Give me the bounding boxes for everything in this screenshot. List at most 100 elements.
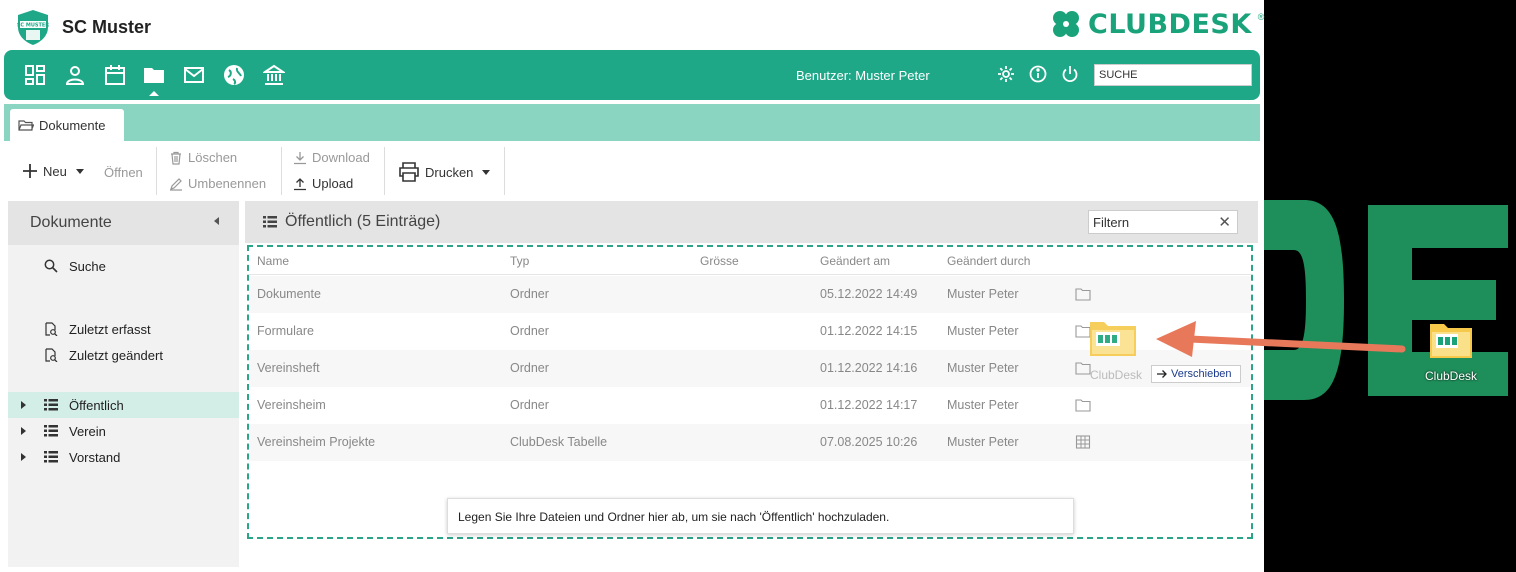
current-user: Benutzer: Muster Peter <box>796 68 930 83</box>
cell-type: Ordner <box>510 287 549 301</box>
search-input[interactable]: SUCHE <box>1094 64 1252 86</box>
arrow-right-icon <box>1157 370 1167 378</box>
search-icon <box>44 259 58 273</box>
mail-icon[interactable] <box>183 64 205 86</box>
delete-button[interactable]: Löschen <box>169 150 237 165</box>
active-nav-indicator <box>149 91 159 96</box>
sidebar-item-label: Öffentlich <box>69 397 124 413</box>
table-row[interactable]: Dokumente Ordner 05.12.2022 14:49 Muster… <box>249 276 1251 313</box>
chevron-down-icon <box>482 169 491 175</box>
cell-type: Ordner <box>510 324 549 338</box>
download-icon <box>294 151 306 164</box>
clubdesk-logo: CLUBDESK ® <box>1050 8 1264 40</box>
toolbar: Neu Öffnen Löschen Umbenennen Download U… <box>0 145 1264 197</box>
trash-icon <box>171 151 181 165</box>
clear-filter-icon[interactable]: ✕ <box>1218 213 1231 231</box>
desktop-icon-label: ClubDesk <box>1425 369 1478 383</box>
cell-type: Ordner <box>510 398 549 412</box>
column-header-changed-by[interactable]: Geändert durch <box>947 254 1030 268</box>
sidebar-item-oeffentlich[interactable]: Öffentlich <box>8 392 239 418</box>
desktop-wallpaper-letters <box>1264 200 1508 400</box>
upload-icon <box>294 177 306 190</box>
print-label: Drucken <box>425 164 474 180</box>
toolbar-divider <box>504 147 505 195</box>
sidebar-item-search[interactable]: Suche <box>8 253 239 279</box>
move-label: Verschieben <box>1171 368 1232 380</box>
download-label: Download <box>312 150 370 165</box>
cell-changed-by: Muster Peter <box>947 398 1019 412</box>
power-icon[interactable] <box>1061 65 1079 83</box>
open-folder-icon <box>18 119 34 131</box>
sidebar-item-recent-added[interactable]: Zuletzt erfasst <box>8 316 239 342</box>
tab-strip: Dokumente <box>4 104 1260 141</box>
person-icon[interactable] <box>64 64 86 86</box>
sidebar-item-label: Zuletzt geändert <box>69 347 163 363</box>
cell-type: ClubDesk Tabelle <box>510 435 608 449</box>
expand-arrow-icon[interactable] <box>21 453 26 461</box>
sidebar-title: Dokumente <box>30 214 112 231</box>
cell-changed: 07.08.2025 10:26 <box>820 435 918 449</box>
info-icon[interactable] <box>1029 65 1047 83</box>
upload-label: Upload <box>312 176 354 191</box>
column-header-type[interactable]: Typ <box>510 254 529 268</box>
upload-button[interactable]: Upload <box>293 176 353 191</box>
cell-name: Dokumente <box>257 287 321 301</box>
dragged-item-label: ClubDesk <box>1090 368 1143 382</box>
dashboard-icon[interactable] <box>24 64 46 86</box>
sidebar-item-label: Vorstand <box>69 449 121 465</box>
sidebar-item-vorstand[interactable]: Vorstand <box>8 444 239 470</box>
filter-input[interactable]: Filtern ✕ <box>1088 210 1238 234</box>
cell-changed: 01.12.2022 14:16 <box>820 361 918 375</box>
collapse-sidebar-icon[interactable] <box>214 217 219 225</box>
table-icon <box>1075 435 1091 449</box>
clover-icon <box>1053 11 1079 37</box>
download-button[interactable]: Download <box>293 150 370 165</box>
new-label: Neu <box>43 163 67 179</box>
table-row[interactable]: Vereinsheim Ordner 01.12.2022 14:17 Must… <box>249 387 1251 424</box>
bank-icon[interactable] <box>261 64 287 86</box>
list-icon <box>44 425 58 437</box>
tab-dokumente[interactable]: Dokumente <box>10 109 124 141</box>
documents-sidebar: Dokumente Suche Zuletzt erfasst Zuletzt … <box>8 201 239 567</box>
column-header-name[interactable]: Name <box>257 254 289 268</box>
move-indicator: Verschieben <box>1151 365 1241 383</box>
expand-arrow-icon[interactable] <box>21 427 26 435</box>
new-button[interactable]: Neu <box>22 163 84 179</box>
chevron-down-icon <box>75 168 84 174</box>
sidebar-item-label: Zuletzt erfasst <box>69 321 151 337</box>
sidebar-item-recent-changed[interactable]: Zuletzt geändert <box>8 342 239 368</box>
sidebar-item-label: Suche <box>69 258 106 274</box>
cell-changed-by: Muster Peter <box>947 361 1019 375</box>
folder-icon <box>1075 288 1091 301</box>
drag-arrow-annotation <box>1156 321 1406 357</box>
column-header-size[interactable]: Grösse <box>700 254 739 268</box>
globe-icon[interactable] <box>223 64 245 86</box>
main-navbar: Benutzer: Muster Peter SUCHE <box>4 50 1260 100</box>
open-button[interactable]: Öffnen <box>104 165 143 180</box>
sidebar-item-label: Verein <box>69 423 106 439</box>
calendar-icon[interactable] <box>104 64 126 86</box>
folder-icon[interactable] <box>143 64 165 86</box>
club-brand[interactable]: SC MUSTER SC Muster <box>14 8 151 46</box>
clubdesk-app-window: SC MUSTER SC Muster CLUBDESK ® Benutzer:… <box>0 0 1264 572</box>
pencil-icon <box>170 177 182 191</box>
tab-label: Dokumente <box>39 117 106 133</box>
column-header-changed[interactable]: Geändert am <box>820 254 890 268</box>
dragged-folder-icon <box>1090 322 1136 356</box>
delete-label: Löschen <box>188 150 238 165</box>
printer-icon <box>399 162 419 182</box>
table-row[interactable]: Vereinsheim Projekte ClubDesk Tabelle 07… <box>249 424 1251 461</box>
cell-changed-by: Muster Peter <box>947 324 1019 338</box>
sidebar-item-verein[interactable]: Verein <box>8 418 239 444</box>
cell-changed: 01.12.2022 14:17 <box>820 398 918 412</box>
desktop-folder-icon[interactable] <box>1428 320 1474 360</box>
clubdesk-wordmark: CLUBDESK <box>1088 8 1252 40</box>
rename-button[interactable]: Umbenennen <box>169 176 266 191</box>
cell-name: Vereinsheim <box>257 398 326 412</box>
print-button[interactable]: Drucken <box>398 162 491 182</box>
expand-arrow-icon[interactable] <box>21 401 26 409</box>
list-icon <box>263 216 277 228</box>
folder-icon <box>1075 362 1091 375</box>
upload-dropzone[interactable]: Name Typ Grösse Geändert am Geändert dur… <box>247 245 1253 539</box>
gear-icon[interactable] <box>997 65 1015 83</box>
